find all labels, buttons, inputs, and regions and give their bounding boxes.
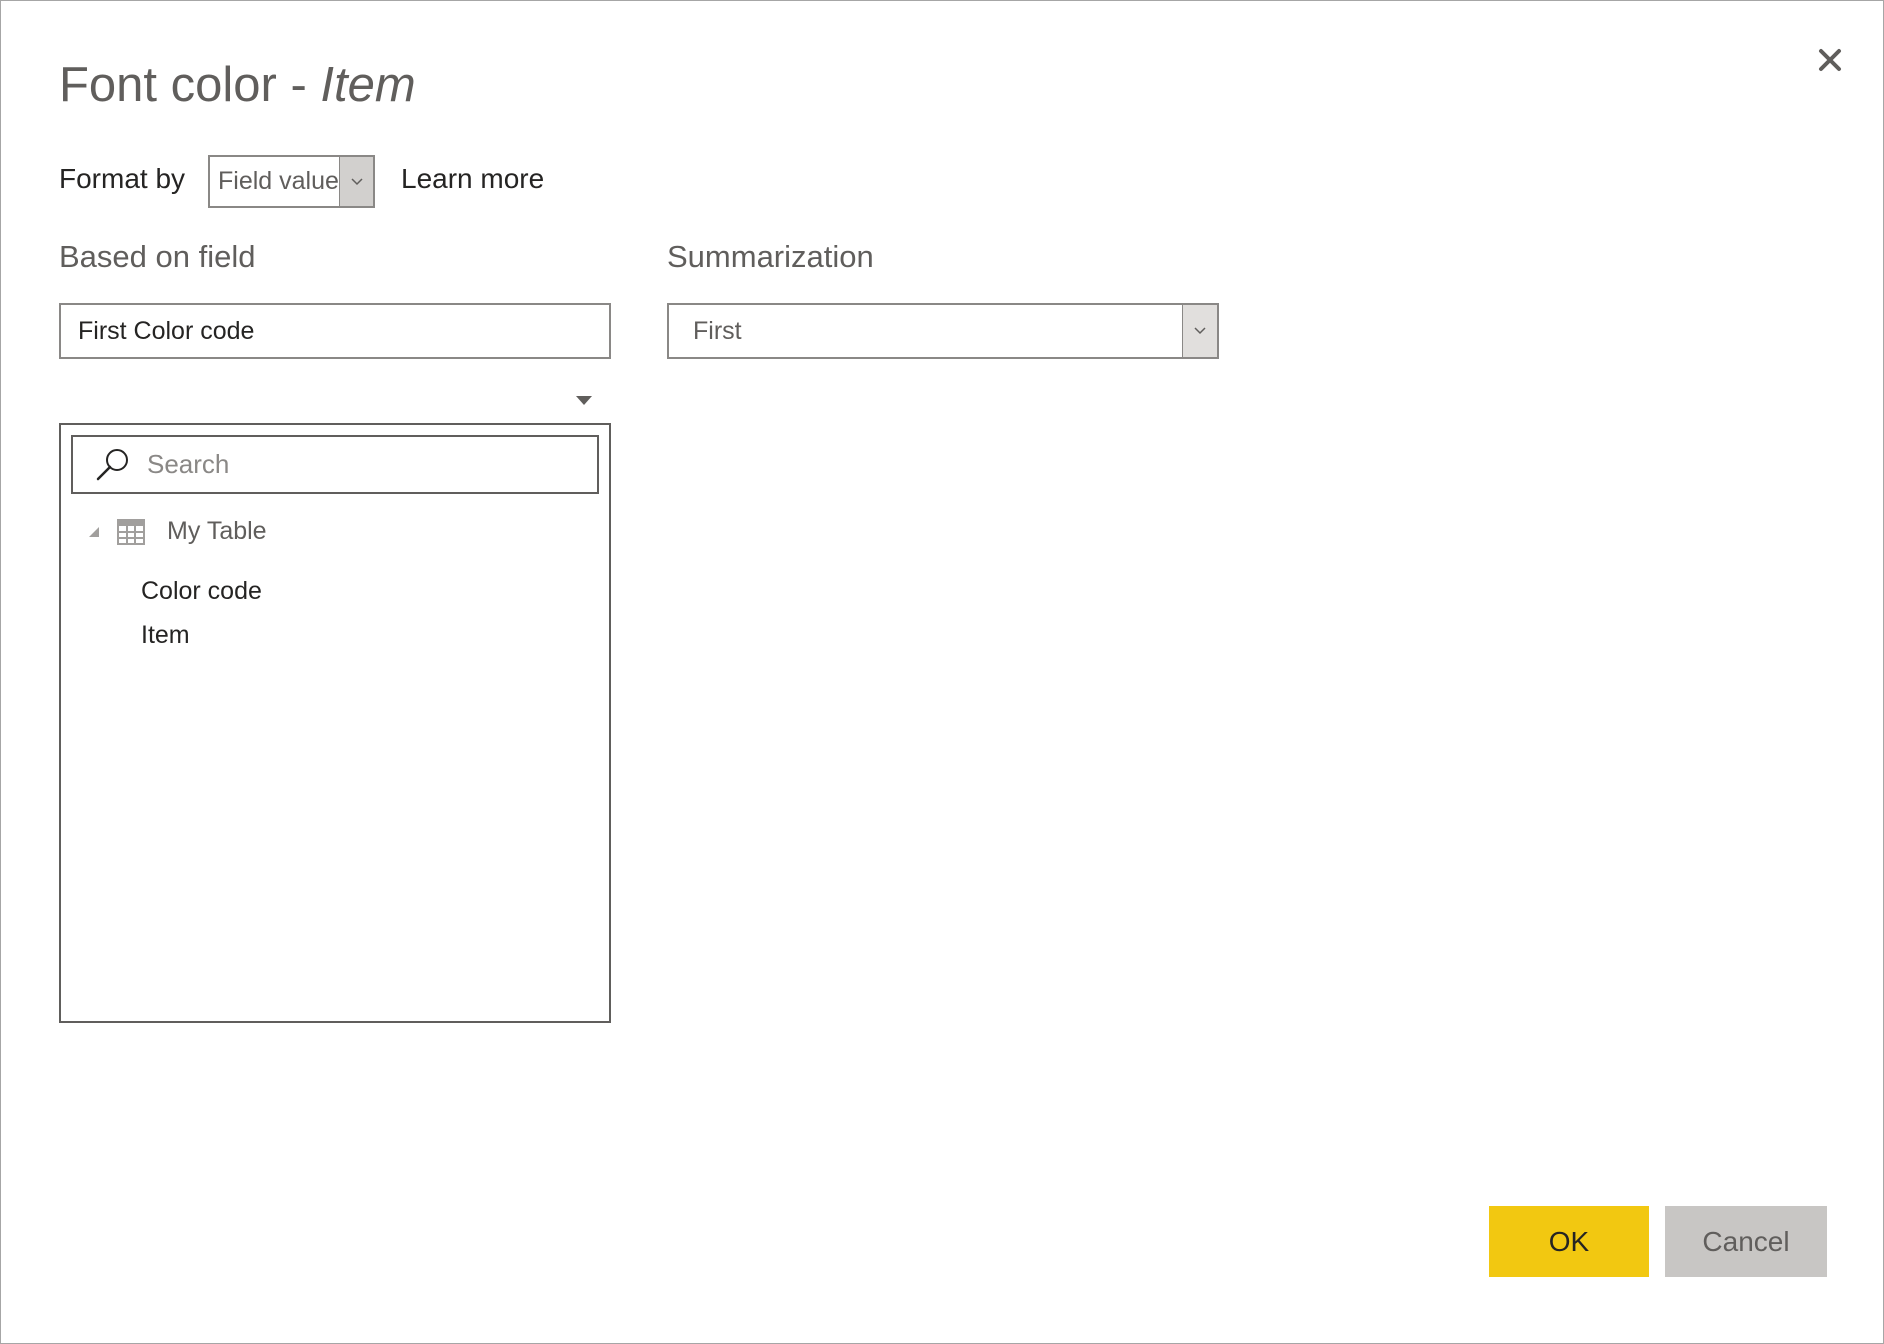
summarization-label: Summarization	[667, 239, 874, 274]
format-by-selected-value: Field value	[218, 167, 339, 195]
field-list-collapse-toggle[interactable]	[573, 393, 595, 409]
learn-more-link[interactable]: Learn more	[401, 163, 544, 195]
table-icon	[117, 518, 145, 545]
title-field-name: Item	[320, 58, 416, 112]
field-search-box[interactable]	[71, 435, 599, 494]
based-on-field-label: Based on field	[59, 239, 256, 274]
field-list-panel: My Table Color code Item	[59, 423, 611, 1023]
title-prefix: Font color -	[59, 58, 321, 112]
dialog-title: Font color - Item	[59, 57, 416, 113]
close-icon	[1819, 49, 1841, 71]
search-icon	[96, 448, 128, 480]
chevron-down-icon	[350, 177, 363, 185]
caret-down-icon	[576, 396, 592, 405]
summarization-selected-value: First	[693, 316, 742, 345]
chevron-down-icon	[1194, 327, 1206, 335]
cancel-button[interactable]: Cancel	[1665, 1206, 1827, 1277]
search-input[interactable]	[147, 449, 527, 480]
based-on-field-selector[interactable]: First Color code	[59, 303, 611, 359]
close-button[interactable]	[1811, 41, 1849, 79]
summarization-dropdown[interactable]: First	[667, 303, 1219, 359]
ok-button[interactable]: OK	[1489, 1206, 1649, 1277]
format-by-label: Format by	[59, 163, 186, 194]
summarization-dropdown-arrow[interactable]	[1182, 305, 1217, 357]
format-by-dropdown-arrow[interactable]	[339, 157, 373, 206]
font-color-dialog: Font color - Item Format by Field value …	[0, 0, 1884, 1344]
format-by-dropdown[interactable]: Field value	[208, 155, 375, 208]
field-item-color-code[interactable]: Color code	[141, 577, 262, 606]
tree-node-my-table[interactable]: My Table	[87, 517, 267, 546]
field-item-item[interactable]: Item	[141, 621, 190, 650]
table-name: My Table	[167, 517, 267, 545]
expanded-triangle-icon[interactable]	[87, 525, 101, 539]
